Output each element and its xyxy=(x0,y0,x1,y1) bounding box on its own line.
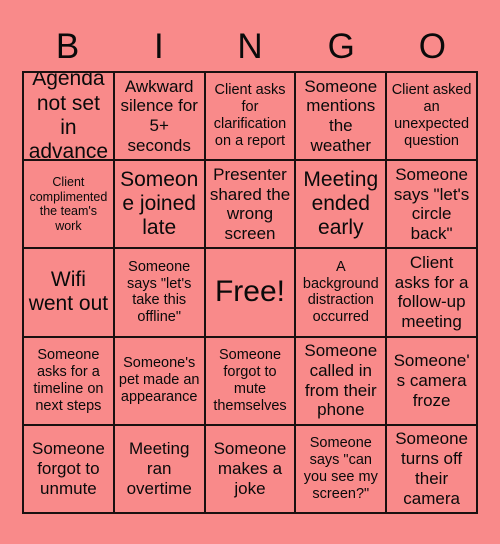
bingo-cell-text: Meeting ran overtime xyxy=(126,439,192,498)
bingo-cell-text: Someone forgot to mute themselves xyxy=(213,347,287,414)
bingo-cell[interactable]: Client asked an unexpected question xyxy=(387,73,478,162)
bingo-cell[interactable]: Someone forgot to unmute xyxy=(24,425,115,514)
bingo-cell[interactable]: Someone joined late xyxy=(114,161,206,250)
bingo-letter-b: B xyxy=(55,27,80,66)
bingo-letter-n: N xyxy=(237,27,263,66)
bingo-cell-text: Client asked an unexpected question xyxy=(391,82,472,149)
bingo-cell-text: Client asks for a follow-up meeting xyxy=(394,253,469,332)
bingo-cell[interactable]: Someone's camera froze xyxy=(387,337,478,426)
bingo-cell-text: Someone forgot to unmute xyxy=(32,439,105,498)
bingo-cell-text: Meeting ended early xyxy=(303,167,379,240)
bingo-cell-text: Someone asks for a timeline on next step… xyxy=(33,347,104,414)
bingo-cell-text: Awkward silence for 5+ seconds xyxy=(120,76,198,155)
bingo-cell[interactable]: Meeting ended early xyxy=(296,161,388,250)
bingo-cell-text: Someone says "let's take this offline" xyxy=(127,258,192,326)
bingo-cell-text: Wifi went out xyxy=(28,268,109,316)
bingo-cell[interactable]: Someone says "can you see my screen?" xyxy=(296,425,388,514)
bingo-header-letters: B I N G O xyxy=(22,22,478,71)
bingo-cell[interactable]: Someone asks for a timeline on next step… xyxy=(24,337,115,426)
bingo-cell-text: Free! xyxy=(214,275,285,309)
bingo-letter-o: O xyxy=(418,27,447,66)
bingo-cell-text: Someone says "let's circle back" xyxy=(393,164,470,243)
bingo-cell[interactable]: Someone makes a joke xyxy=(205,425,297,514)
bingo-cell-text: Someone called in from their phone xyxy=(304,341,378,420)
bingo-cell-text: Client asks for clarification on a repor… xyxy=(213,82,287,149)
bingo-cell-text: Someone makes a joke xyxy=(213,439,287,498)
bingo-cell[interactable]: Presenter shared the wrong screen xyxy=(205,161,297,250)
bingo-cell[interactable]: Client asks for clarification on a repor… xyxy=(205,73,297,162)
bingo-cell[interactable]: Someone's pet made an appearance xyxy=(114,337,206,426)
bingo-cell[interactable]: Awkward silence for 5+ seconds xyxy=(114,73,206,162)
bingo-cell[interactable]: Agenda not set in advance xyxy=(24,73,115,162)
bingo-cell[interactable]: Someone mentions the weather xyxy=(296,73,388,162)
bingo-cell[interactable]: Meeting ran overtime xyxy=(114,425,206,514)
bingo-cell[interactable]: Someone called in from their phone xyxy=(296,337,388,426)
bingo-cell[interactable]: Someone says "let's circle back" xyxy=(387,161,478,250)
bingo-cell-text: Agenda not set in advance xyxy=(28,73,109,162)
bingo-cell[interactable]: A background distraction occurred xyxy=(296,249,388,338)
bingo-cell[interactable]: Client complimented the team's work xyxy=(24,161,115,250)
bingo-cell[interactable]: Someone turns off their camera xyxy=(387,425,478,514)
bingo-grid: Agenda not set in advance Awkward silenc… xyxy=(22,71,478,514)
bingo-card: B I N G O Agenda not set in advance Awkw… xyxy=(0,0,500,544)
bingo-cell-text: Someone's camera froze xyxy=(393,351,470,410)
bingo-cell-text: A background distraction occurred xyxy=(302,258,379,326)
bingo-cell[interactable]: Client asks for a follow-up meeting xyxy=(387,249,478,338)
bingo-cell-text: Someone's pet made an appearance xyxy=(118,355,200,406)
bingo-cell[interactable]: Someone forgot to mute themselves xyxy=(205,337,297,426)
bingo-letter-i: I xyxy=(153,27,164,66)
bingo-cell-text: Someone says "can you see my screen?" xyxy=(303,435,378,502)
bingo-cell-text: Someone mentions the weather xyxy=(304,76,378,155)
bingo-cell-text: Someone joined late xyxy=(120,167,199,240)
bingo-cell[interactable]: Someone says "let's take this offline" xyxy=(114,249,206,338)
bingo-cell-text: Presenter shared the wrong screen xyxy=(209,164,291,243)
bingo-cell-text: Someone turns off their camera xyxy=(395,429,468,508)
bingo-letter-g: G xyxy=(327,27,355,66)
bingo-cell[interactable]: Wifi went out xyxy=(24,249,115,338)
bingo-cell-text: Client complimented the team's work xyxy=(29,175,108,233)
bingo-cell-free-space[interactable]: Free! xyxy=(205,249,297,338)
